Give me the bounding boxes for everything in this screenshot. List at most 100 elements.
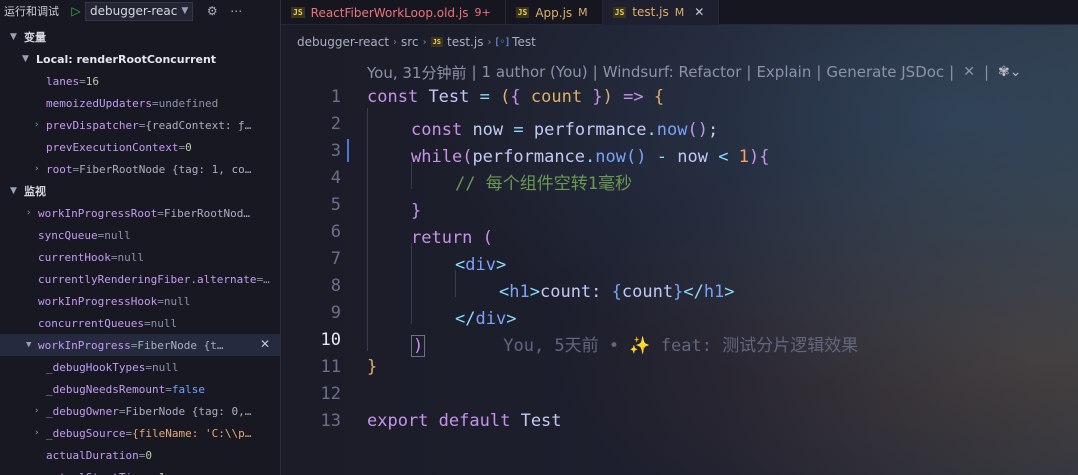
codelens-separator: |: [746, 63, 752, 81]
codelens-authors[interactable]: 1 author (You): [482, 63, 588, 81]
close-icon[interactable]: ✕: [694, 5, 704, 19]
run-and-debug-title: 运行和调试: [4, 5, 59, 18]
editor-tab[interactable]: JS test.js M ✕: [602, 0, 720, 25]
variable-row[interactable]: › root = FiberRootNode {tag: 1, co…: [0, 158, 280, 180]
windsurf-logo-icon[interactable]: ✾⌄: [998, 64, 1021, 80]
code-line: 10 ) You, 5天前 • ✨ feat: 测试分片逻辑效果: [281, 323, 1078, 357]
chevron-down-icon[interactable]: ▼: [26, 340, 38, 350]
breadcrumb-folder[interactable]: src: [401, 35, 419, 49]
line-number: 1: [330, 86, 341, 107]
watch-value: -1: [152, 471, 165, 475]
debug-sidebar: 运行和调试 ▷ debugger-reac ▼ ⚙ ⋯ ▼ 变量 ▼ Local…: [0, 0, 281, 475]
variable-value: 0: [185, 140, 192, 154]
tab-label: test.js: [632, 5, 669, 19]
breadcrumb-file[interactable]: test.js: [447, 35, 483, 49]
chevron-right-icon[interactable]: ›: [34, 120, 46, 130]
equals-sign: =: [256, 272, 264, 286]
chevron-right-icon[interactable]: ›: [34, 406, 46, 416]
watch-row[interactable]: currentlyRenderingFiber.alternate = …: [0, 268, 280, 290]
scope-local[interactable]: ▼ Local: renderRootConcurrent: [0, 48, 280, 70]
gutter: [341, 326, 367, 353]
debug-config-select[interactable]: debugger-reac ▼: [85, 1, 194, 21]
more-icon[interactable]: ⋯: [227, 4, 245, 18]
watch-row[interactable]: workInProgressHook = null: [0, 290, 280, 312]
variable-name: memoizedUpdaters: [46, 96, 152, 110]
equals-sign: =: [72, 162, 80, 176]
codelens-bar: You, 31分钟前 | 1 author (You) | Windsurf: …: [367, 62, 1022, 82]
codelens-generate-jsdoc[interactable]: Generate JSDoc: [826, 63, 944, 81]
indent-guide: [411, 161, 455, 189]
variable-row[interactable]: lanes = 16: [0, 70, 280, 92]
watch-list: › workInProgressRoot = FiberRootNod… syncQ…: [0, 202, 280, 475]
line-number: 12: [320, 383, 341, 404]
codelens-windsurf-refactor[interactable]: Windsurf: Refactor: [603, 63, 742, 81]
codelens-blame[interactable]: You, 31分钟前: [367, 62, 466, 83]
editor-tab[interactable]: JS ReactFiberWorkLoop.old.js 9+: [281, 0, 506, 25]
indent-guide: [411, 269, 455, 297]
equals-sign: =: [138, 118, 146, 132]
watch-row[interactable]: syncQueue = null: [0, 224, 280, 246]
remove-watch-icon[interactable]: ✕: [260, 337, 270, 351]
chevron-right-icon[interactable]: ›: [34, 164, 46, 174]
chevron-right-icon: ›: [422, 36, 427, 48]
line-number: 7: [330, 248, 341, 269]
gutter: [341, 380, 367, 407]
watch-section-header[interactable]: ▼ 监视: [0, 180, 280, 202]
equals-sign: =: [157, 294, 164, 308]
variables-section-header[interactable]: ▼ 变量: [0, 26, 280, 48]
code-token: ): [602, 86, 613, 107]
watch-value: FiberNode {tag: 0,…: [125, 404, 252, 418]
watch-row[interactable]: actualStartTime = -1: [0, 466, 280, 475]
code-area[interactable]: 1 const Test = ({ count }) => { 2 const …: [281, 83, 1078, 434]
line-number: 9: [330, 302, 341, 323]
tab-label: App.js: [535, 5, 573, 20]
watch-row[interactable]: › _debugOwner = FiberNode {tag: 0,…: [0, 400, 280, 422]
start-debugging-button[interactable]: ▷: [67, 2, 85, 20]
code-editor: JS ReactFiberWorkLoop.old.js 9+ JS App.js M JS…: [281, 0, 1078, 475]
code-line: 8 <h1>count: {count}</h1>: [281, 269, 1078, 302]
watch-row[interactable]: ▼ workInProgress = FiberNode {t… ✕: [0, 334, 280, 356]
watch-row[interactable]: _debugNeedsRemount = false: [0, 378, 280, 400]
codelens-explain[interactable]: Explain: [756, 63, 811, 81]
close-icon[interactable]: ✕: [963, 64, 975, 80]
watch-name: _debugOwner: [46, 404, 119, 418]
gutter: [341, 299, 367, 326]
watch-row[interactable]: actualDuration = 0: [0, 444, 280, 466]
watch-row[interactable]: _debugHookTypes = null: [0, 356, 280, 378]
js-file-icon: JS: [430, 37, 444, 47]
variable-row[interactable]: prevExecutionContext = 0: [0, 136, 280, 158]
editor-tab[interactable]: JS App.js M: [506, 0, 603, 25]
chevron-right-icon[interactable]: ›: [26, 208, 38, 218]
watch-row[interactable]: › workInProgressRoot = FiberRootNod…: [0, 202, 280, 224]
line-number: 4: [330, 167, 341, 188]
variable-row[interactable]: › prevDispatcher = {readContext: ƒ…: [0, 114, 280, 136]
chevron-right-icon[interactable]: ›: [34, 428, 46, 438]
equals-sign: =: [118, 404, 126, 418]
breadcrumb-project[interactable]: debugger-react: [297, 35, 389, 49]
gutter: [341, 137, 367, 164]
code-line: 13 export default Test: [281, 407, 1078, 434]
variable-row[interactable]: memoizedUpdaters = undefined: [0, 92, 280, 114]
code-line: 7 <div>: [281, 242, 1078, 275]
watch-row[interactable]: concurrentQueues = null: [0, 312, 280, 334]
code-token: Test: [520, 410, 562, 431]
variable-value: undefined: [158, 96, 219, 110]
gutter: [341, 110, 367, 137]
watch-row[interactable]: › _debugSource = {fileName: 'C:\\p…: [0, 422, 280, 444]
chevron-right-icon: ›: [487, 36, 492, 48]
indent-guide: [411, 242, 455, 270]
watch-row[interactable]: currentHook = null: [0, 246, 280, 268]
breadcrumb-symbol[interactable]: Test: [512, 35, 536, 49]
watch-value: {fileName: 'C:\\p…: [132, 426, 252, 440]
modified-line-marker[interactable]: [347, 139, 349, 162]
gear-icon[interactable]: ⚙: [203, 4, 221, 18]
code-token: }: [367, 356, 378, 377]
code-token: default: [438, 410, 511, 431]
codelens-separator: |: [983, 63, 990, 81]
code-line: 4 // 每个组件空转1毫秒: [281, 161, 1078, 194]
equals-sign: =: [125, 426, 133, 440]
equals-sign: =: [143, 316, 151, 330]
indent-guide: [367, 161, 411, 189]
editor-tabs: JS ReactFiberWorkLoop.old.js 9+ JS App.js M JS…: [281, 0, 1078, 25]
watch-value: 0: [145, 448, 152, 462]
